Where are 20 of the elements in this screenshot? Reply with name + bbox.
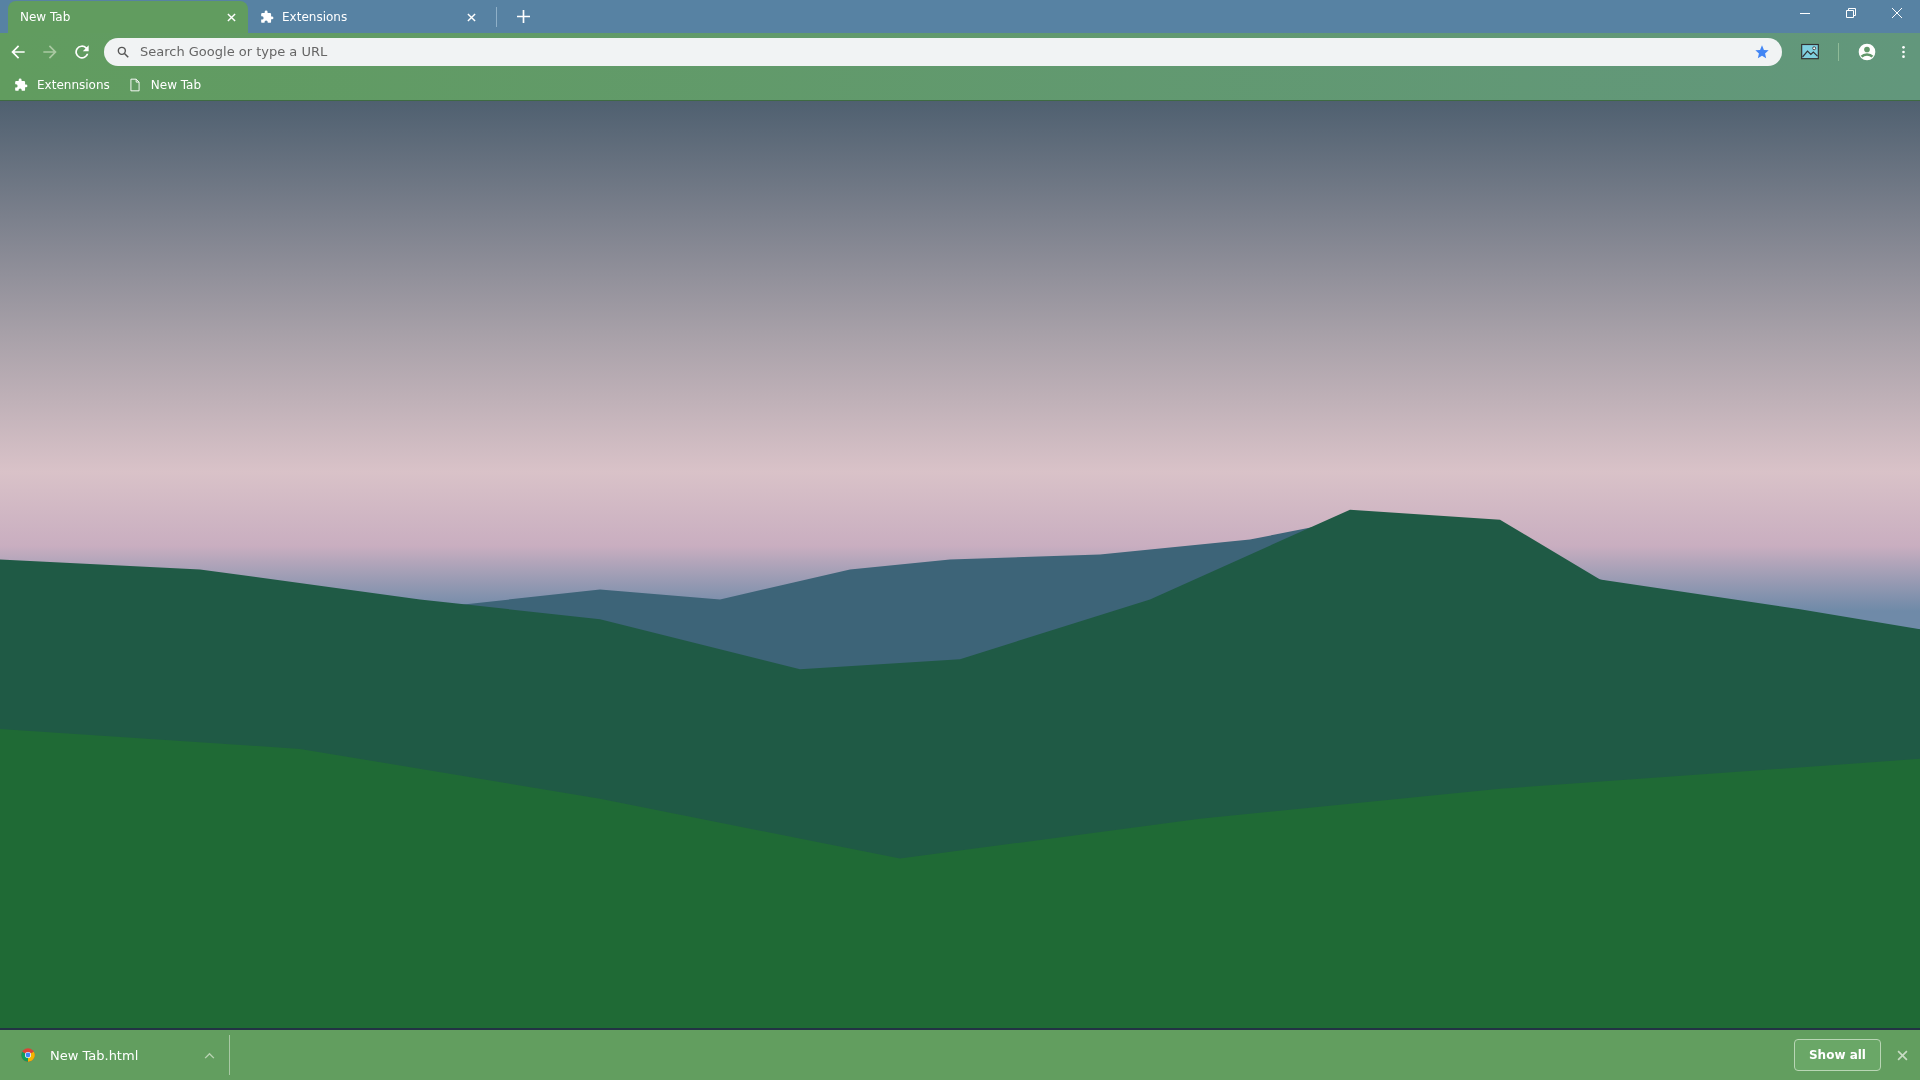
- image-icon[interactable]: [1800, 41, 1820, 62]
- caret-icon[interactable]: [204, 1051, 215, 1059]
- address-bar[interactable]: Search Google or type a URL: [104, 37, 1782, 66]
- bookmark-link[interactable]: Extennsions: [37, 78, 110, 92]
- browser-tab[interactable]: New Tab: [8, 1, 248, 33]
- new-tab-icon[interactable]: [517, 10, 530, 23]
- close-tab-icon[interactable]: [227, 12, 236, 22]
- download-item[interactable]: New Tab.html: [20, 1047, 215, 1063]
- show-all-button[interactable]: Show all: [1793, 1039, 1881, 1071]
- close-icon[interactable]: [1897, 1049, 1908, 1061]
- restore-icon[interactable]: [1845, 7, 1857, 19]
- profile-icon[interactable]: [1857, 41, 1877, 62]
- page-icon: [127, 78, 142, 92]
- puzzle-icon: [14, 78, 28, 92]
- puzzle-icon: [260, 10, 274, 24]
- browser-tab[interactable]: Extensions: [248, 1, 488, 33]
- browser-logo-icon: [20, 1047, 36, 1063]
- menu-icon[interactable]: [1901, 43, 1906, 60]
- bookmark-link[interactable]: New Tab: [150, 78, 202, 92]
- close-tab-icon[interactable]: [467, 12, 476, 22]
